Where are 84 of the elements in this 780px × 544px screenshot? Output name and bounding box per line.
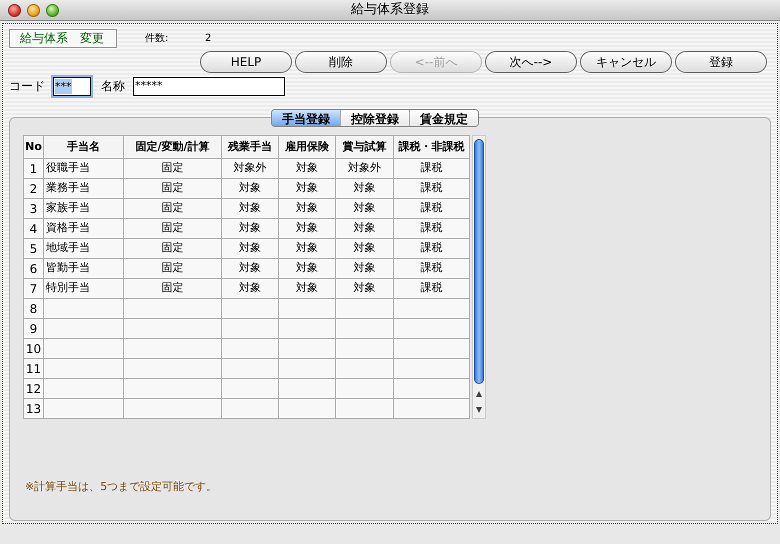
- column-header: 手当名: [44, 136, 124, 158]
- table-cell: 地域手当: [44, 238, 124, 258]
- name-label: 名称: [101, 78, 125, 95]
- table-cell: 対象: [278, 278, 336, 298]
- column-header: 残業手当: [222, 136, 278, 158]
- table-cell: 固定: [124, 178, 222, 198]
- column-header: 課税・非課税: [394, 136, 470, 158]
- scrollbar[interactable]: [472, 135, 486, 419]
- table-cell: 特別手当: [44, 278, 124, 298]
- table-cell: 対象: [278, 178, 336, 198]
- toolbar-button[interactable]: 登録: [675, 51, 767, 73]
- count-label: 件数:: [145, 32, 170, 46]
- tab[interactable]: 賃金規定: [409, 110, 478, 126]
- table-cell: 課税: [394, 258, 470, 278]
- table-cell: 業務手当: [44, 178, 124, 198]
- row-number: 6: [24, 258, 44, 278]
- row-number: 4: [24, 218, 44, 238]
- table-cell: 課税: [394, 198, 470, 218]
- table-cell: 対象: [278, 158, 336, 178]
- table-cell: 対象: [222, 258, 278, 278]
- column-header: No: [24, 136, 44, 158]
- mode-label: 給与体系 変更: [9, 28, 117, 48]
- row-number: 5: [24, 238, 44, 258]
- table-cell: 課税: [394, 278, 470, 298]
- row-number: 12: [24, 378, 44, 398]
- row-number: 1: [24, 158, 44, 178]
- name-field[interactable]: *****: [133, 76, 285, 96]
- toolbar-button[interactable]: HELP: [200, 51, 292, 73]
- table-cell: 対象外: [336, 158, 394, 178]
- row-number: 9: [24, 318, 44, 338]
- row-number: 8: [24, 298, 44, 318]
- scroll-thumb[interactable]: [474, 139, 484, 384]
- table-cell: 対象: [336, 238, 394, 258]
- toolbar-button[interactable]: 次へ-->: [485, 51, 577, 73]
- table-cell: 対象: [336, 178, 394, 198]
- table-cell: 課税: [394, 218, 470, 238]
- tab[interactable]: 手当登録: [272, 110, 340, 126]
- code-label: コード: [9, 78, 45, 95]
- table-cell: 皆勤手当: [44, 258, 124, 278]
- table-cell: 対象: [222, 238, 278, 258]
- toolbar-button[interactable]: 削除: [295, 51, 387, 73]
- table-cell: 家族手当: [44, 198, 124, 218]
- row-number: 7: [24, 278, 44, 298]
- table-cell: 対象: [336, 198, 394, 218]
- close-icon[interactable]: [8, 4, 21, 16]
- table-cell: 対象: [278, 198, 336, 218]
- table-cell: 役職手当: [44, 158, 124, 178]
- code-field[interactable]: ***: [53, 76, 91, 96]
- table-cell: 固定: [124, 238, 222, 258]
- table-cell: 課税: [394, 158, 470, 178]
- window-title: 給与体系登録: [351, 1, 429, 20]
- minimize-icon[interactable]: [27, 4, 40, 16]
- table-cell: 対象: [336, 258, 394, 278]
- table-cell: 資格手当: [44, 218, 124, 238]
- column-header: 雇用保険: [278, 136, 336, 158]
- row-number: 3: [24, 198, 44, 218]
- count-value: 2: [205, 32, 212, 46]
- row-number: 10: [24, 338, 44, 358]
- table-cell: 対象: [222, 178, 278, 198]
- table-cell: 固定: [124, 258, 222, 278]
- zoom-icon[interactable]: [46, 4, 59, 16]
- table-cell: 固定: [124, 198, 222, 218]
- table-cell: 固定: [124, 158, 222, 178]
- column-header: 固定/変動/計算: [124, 136, 222, 158]
- row-number: 11: [24, 358, 44, 378]
- table-cell: 対象: [222, 198, 278, 218]
- table-cell: 対象: [278, 238, 336, 258]
- table-cell: 対象: [222, 278, 278, 298]
- table-cell: 対象外: [222, 158, 278, 178]
- table-cell: 固定: [124, 278, 222, 298]
- tab[interactable]: 控除登録: [340, 110, 409, 126]
- row-number: 13: [24, 398, 44, 418]
- table-cell: 固定: [124, 218, 222, 238]
- column-header: 賞与試算: [336, 136, 394, 158]
- table-cell: 対象: [278, 258, 336, 278]
- table-cell: 対象: [336, 218, 394, 238]
- table-cell: 対象: [222, 218, 278, 238]
- table-cell: 対象: [336, 278, 394, 298]
- toolbar-button[interactable]: キャンセル: [580, 51, 672, 73]
- table-cell: 対象: [278, 218, 336, 238]
- table-cell: 課税: [394, 178, 470, 198]
- note-text: ※計算手当は、5つまで設定可能です。: [25, 479, 218, 495]
- row-number: 2: [24, 178, 44, 198]
- table-cell: 課税: [394, 238, 470, 258]
